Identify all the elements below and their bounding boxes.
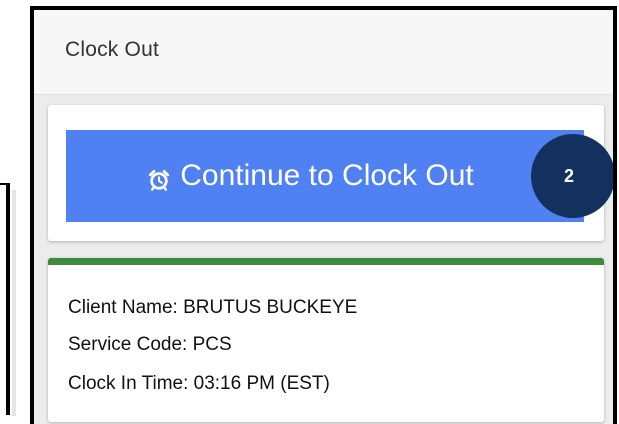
alarm-clock-icon [148,165,170,191]
client-name-text: Client Name: BRUTUS BUCKEYE [68,297,358,318]
page-title: Clock Out [65,38,159,61]
visit-info-card: Client Name: BRUTUS BUCKEYE Service Code… [48,258,604,422]
step-number-badge: 2 [531,134,613,218]
continue-to-clock-out-button[interactable]: Continue to Clock Out [66,130,584,222]
continue-button-label: Continue to Clock Out [180,159,474,192]
clock-out-panel: Clock Out Continue to Clock Out 2 Client… [30,6,617,424]
service-code-text: Service Code: PCS [68,334,232,355]
panel-header: Clock Out [34,10,613,95]
clock-in-time-text: Clock In Time: 03:16 PM (EST) [68,373,330,394]
left-panel-shadow [12,190,16,416]
left-panel-edge [0,183,10,415]
action-card: Continue to Clock Out 2 [48,105,613,241]
